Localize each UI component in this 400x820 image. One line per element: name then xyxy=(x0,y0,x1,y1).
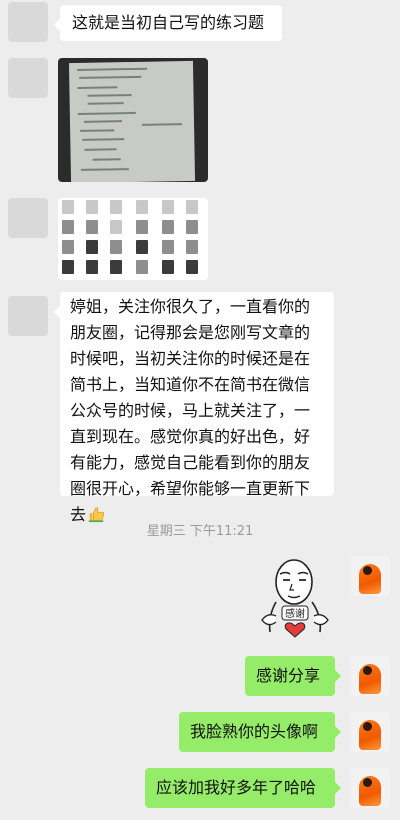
message-text: 这就是当初自己写的练习题 xyxy=(72,13,265,32)
message-line: 时候吧，当初关注你的时候还是在 xyxy=(70,349,311,368)
photo-paper xyxy=(68,60,196,182)
my-avatar[interactable] xyxy=(350,768,390,808)
contact-avatar[interactable] xyxy=(8,198,48,238)
message-text: 我脸熟你的头像啊 xyxy=(190,722,319,741)
sticker-text: 感谢 xyxy=(285,607,305,620)
image-message[interactable] xyxy=(58,58,208,182)
message-line: 朋友圈，记得那会是您刚写文章的 xyxy=(70,323,311,342)
image-message-grid[interactable] xyxy=(58,198,208,280)
outgoing-message[interactable]: 我脸熟你的头像啊 xyxy=(179,712,341,752)
contact-avatar[interactable] xyxy=(8,296,48,336)
message-line: 有能力，感觉自己能看到你的朋友 xyxy=(70,453,311,472)
message-line: 简书上，当知道你不在简书在微信 xyxy=(70,375,311,394)
message-line: 圈很开心，希望你能够一直更新下 xyxy=(70,479,311,498)
message-line: 直到现在。感觉你真的好出色，好 xyxy=(70,427,311,446)
thanks-sticker[interactable]: 感谢 xyxy=(256,556,334,638)
my-avatar[interactable] xyxy=(350,712,390,752)
contact-avatar[interactable] xyxy=(8,2,48,42)
my-avatar[interactable] xyxy=(350,556,390,596)
outgoing-message[interactable]: 应该加我好多年了哈哈 xyxy=(145,768,341,808)
outgoing-message[interactable]: 感谢分享 xyxy=(245,656,341,696)
incoming-message[interactable]: 这就是当初自己写的练习题 xyxy=(54,5,282,41)
message-line: 婷姐，关注你很久了，一直看你的 xyxy=(70,297,311,316)
message-line: 公众号的时候，马上就关注了，一 xyxy=(70,401,311,420)
my-avatar[interactable] xyxy=(350,656,390,696)
message-text: 应该加我好多年了哈哈 xyxy=(156,778,317,797)
timestamp: 星期三 下午11:21 xyxy=(146,524,254,539)
message-text: 感谢分享 xyxy=(256,666,321,685)
contact-avatar[interactable] xyxy=(8,58,48,98)
incoming-message-long[interactable]: 婷姐，关注你很久了，一直看你的 朋友圈，记得那会是您刚写文章的 时候吧，当初关注… xyxy=(54,292,334,524)
